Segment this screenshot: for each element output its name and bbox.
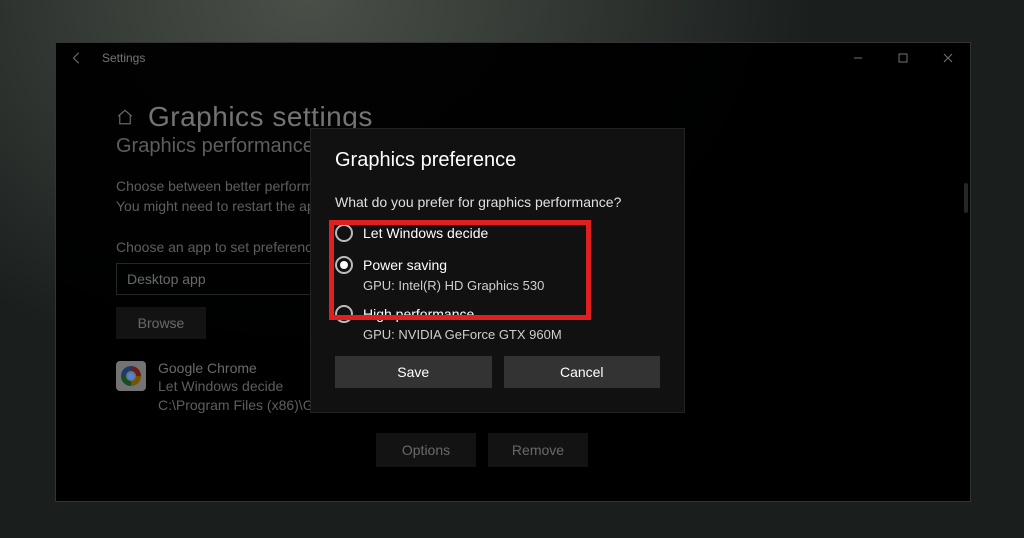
radio-power-saving[interactable]: Power saving xyxy=(335,256,660,274)
window-title: Settings xyxy=(102,51,145,65)
radio-sub-high-performance: GPU: NVIDIA GeForce GTX 960M xyxy=(363,327,660,342)
radio-let-windows-decide[interactable]: Let Windows decide xyxy=(335,224,660,242)
options-button[interactable]: Options xyxy=(376,433,476,467)
radio-high-performance[interactable]: High performance xyxy=(335,305,660,323)
dialog-title: Graphics preference xyxy=(335,149,660,172)
titlebar: Settings xyxy=(56,43,970,73)
chrome-icon xyxy=(116,361,146,391)
home-icon[interactable] xyxy=(116,108,134,126)
scrollbar[interactable] xyxy=(964,183,968,213)
radio-label: Let Windows decide xyxy=(363,225,488,241)
radio-icon xyxy=(335,256,353,274)
back-icon[interactable] xyxy=(70,51,84,65)
radio-label: Power saving xyxy=(363,257,447,273)
radio-icon xyxy=(335,305,353,323)
dialog-question: What do you prefer for graphics performa… xyxy=(335,194,660,210)
browse-button[interactable]: Browse xyxy=(116,307,206,339)
radio-label: High performance xyxy=(363,306,474,322)
close-icon[interactable] xyxy=(925,43,970,73)
radio-icon xyxy=(335,224,353,242)
minimize-icon[interactable] xyxy=(835,43,880,73)
graphics-preference-dialog: Graphics preference What do you prefer f… xyxy=(310,128,685,413)
remove-button[interactable]: Remove xyxy=(488,433,588,467)
cancel-button[interactable]: Cancel xyxy=(504,356,661,388)
save-button[interactable]: Save xyxy=(335,356,492,388)
maximize-icon[interactable] xyxy=(880,43,925,73)
radio-sub-power-saving: GPU: Intel(R) HD Graphics 530 xyxy=(363,278,660,293)
app-type-value: Desktop app xyxy=(127,271,206,287)
